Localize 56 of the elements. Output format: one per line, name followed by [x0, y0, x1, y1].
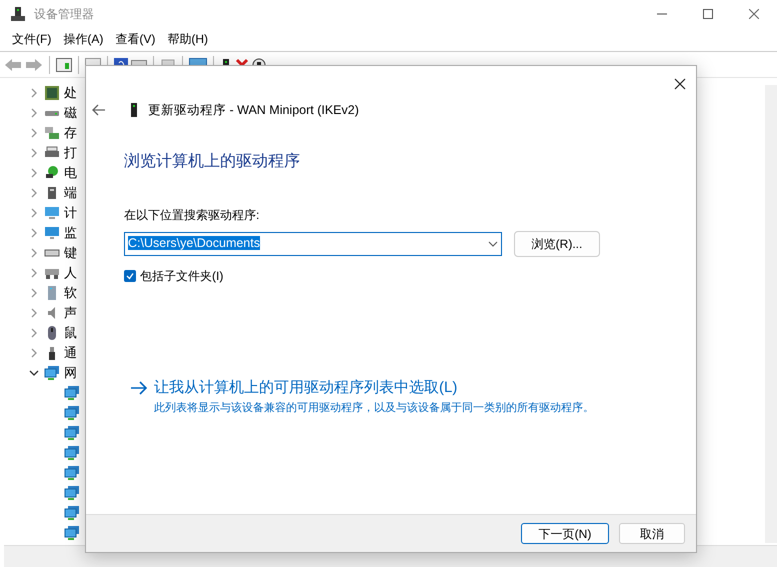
console-tree-icon[interactable]	[56, 58, 72, 72]
tree-item-label[interactable]: 声	[64, 303, 77, 323]
menu-item[interactable]: 文件(F)	[6, 30, 58, 48]
tree-item-label[interactable]: 计	[64, 203, 77, 223]
tree-item-label[interactable]: 处	[64, 83, 77, 103]
tree-item-label[interactable]: 监	[64, 223, 77, 243]
path-combo-box[interactable]: C:\Users\ye\Documents	[124, 232, 502, 256]
computer-icon	[44, 205, 60, 221]
network-icon	[64, 505, 80, 521]
window-title: 设备管理器	[34, 6, 94, 22]
tree-item-label[interactable]: 鼠	[64, 323, 77, 343]
back-icon[interactable]	[4, 58, 22, 72]
processor-icon	[44, 85, 60, 101]
monitor-icon	[44, 225, 60, 241]
network-icon	[64, 405, 80, 421]
checkbox-label[interactable]: 包括子文件夹(I)	[140, 266, 224, 285]
browse-button[interactable]: 浏览(R)...	[514, 230, 600, 257]
checkbox[interactable]	[124, 270, 136, 282]
tree-item-label[interactable]: 存	[64, 123, 77, 143]
tree-item-label[interactable]: 键	[64, 243, 77, 263]
network-icon	[64, 485, 80, 501]
tree-item-label[interactable]: 电	[64, 163, 77, 183]
network-icon	[64, 425, 80, 441]
network-icon	[64, 445, 80, 461]
network-icon	[64, 465, 80, 481]
storage-icon	[44, 125, 60, 141]
tree-item-label[interactable]: 人	[64, 263, 77, 283]
menu-item[interactable]: 操作(A)	[57, 30, 110, 48]
tree-item-label[interactable]: 网	[64, 363, 77, 383]
tree-item-label[interactable]: 通	[64, 343, 77, 363]
dialog-title: 更新驱动程序 - WAN Miniport (IKEv2)	[148, 102, 359, 119]
network-icon	[64, 385, 80, 401]
device-manager-icon	[10, 6, 26, 22]
close-icon	[674, 78, 686, 90]
network-icon	[44, 365, 60, 381]
tree-item-label[interactable]: 软	[64, 283, 77, 303]
network-icon	[64, 525, 80, 541]
driver-list-link[interactable]: 让我从计算机上的可用驱动程序列表中选取(L)	[154, 378, 458, 396]
next-button[interactable]: 下一页(N)	[521, 523, 609, 544]
search-location-label: 在以下位置搜索驱动程序:	[124, 206, 260, 224]
tree-item-label[interactable]: 打	[64, 143, 77, 163]
cancel-button[interactable]: 取消	[619, 523, 685, 544]
menu-item[interactable]: 帮助(H)	[161, 30, 214, 48]
tree-item-label[interactable]: 端	[64, 183, 77, 203]
device-icon	[130, 103, 138, 118]
dialog-heading: 浏览计算机上的驱动程序	[124, 152, 301, 172]
close-icon	[749, 8, 759, 18]
menu-item[interactable]: 查看(V)	[109, 30, 162, 48]
maximize-icon	[703, 8, 713, 18]
arrow-icon	[130, 380, 148, 395]
forward-icon[interactable]	[25, 58, 43, 72]
back-arrow-icon[interactable]	[92, 104, 106, 116]
battery-icon	[44, 165, 60, 181]
dropdown-caret-icon[interactable]	[488, 240, 498, 247]
tree-item-label[interactable]: 磁	[64, 103, 77, 123]
link-description: 此列表将显示与该设备兼容的可用驱动程序，以及与该设备属于同一类别的所有驱动程序。	[154, 400, 595, 416]
